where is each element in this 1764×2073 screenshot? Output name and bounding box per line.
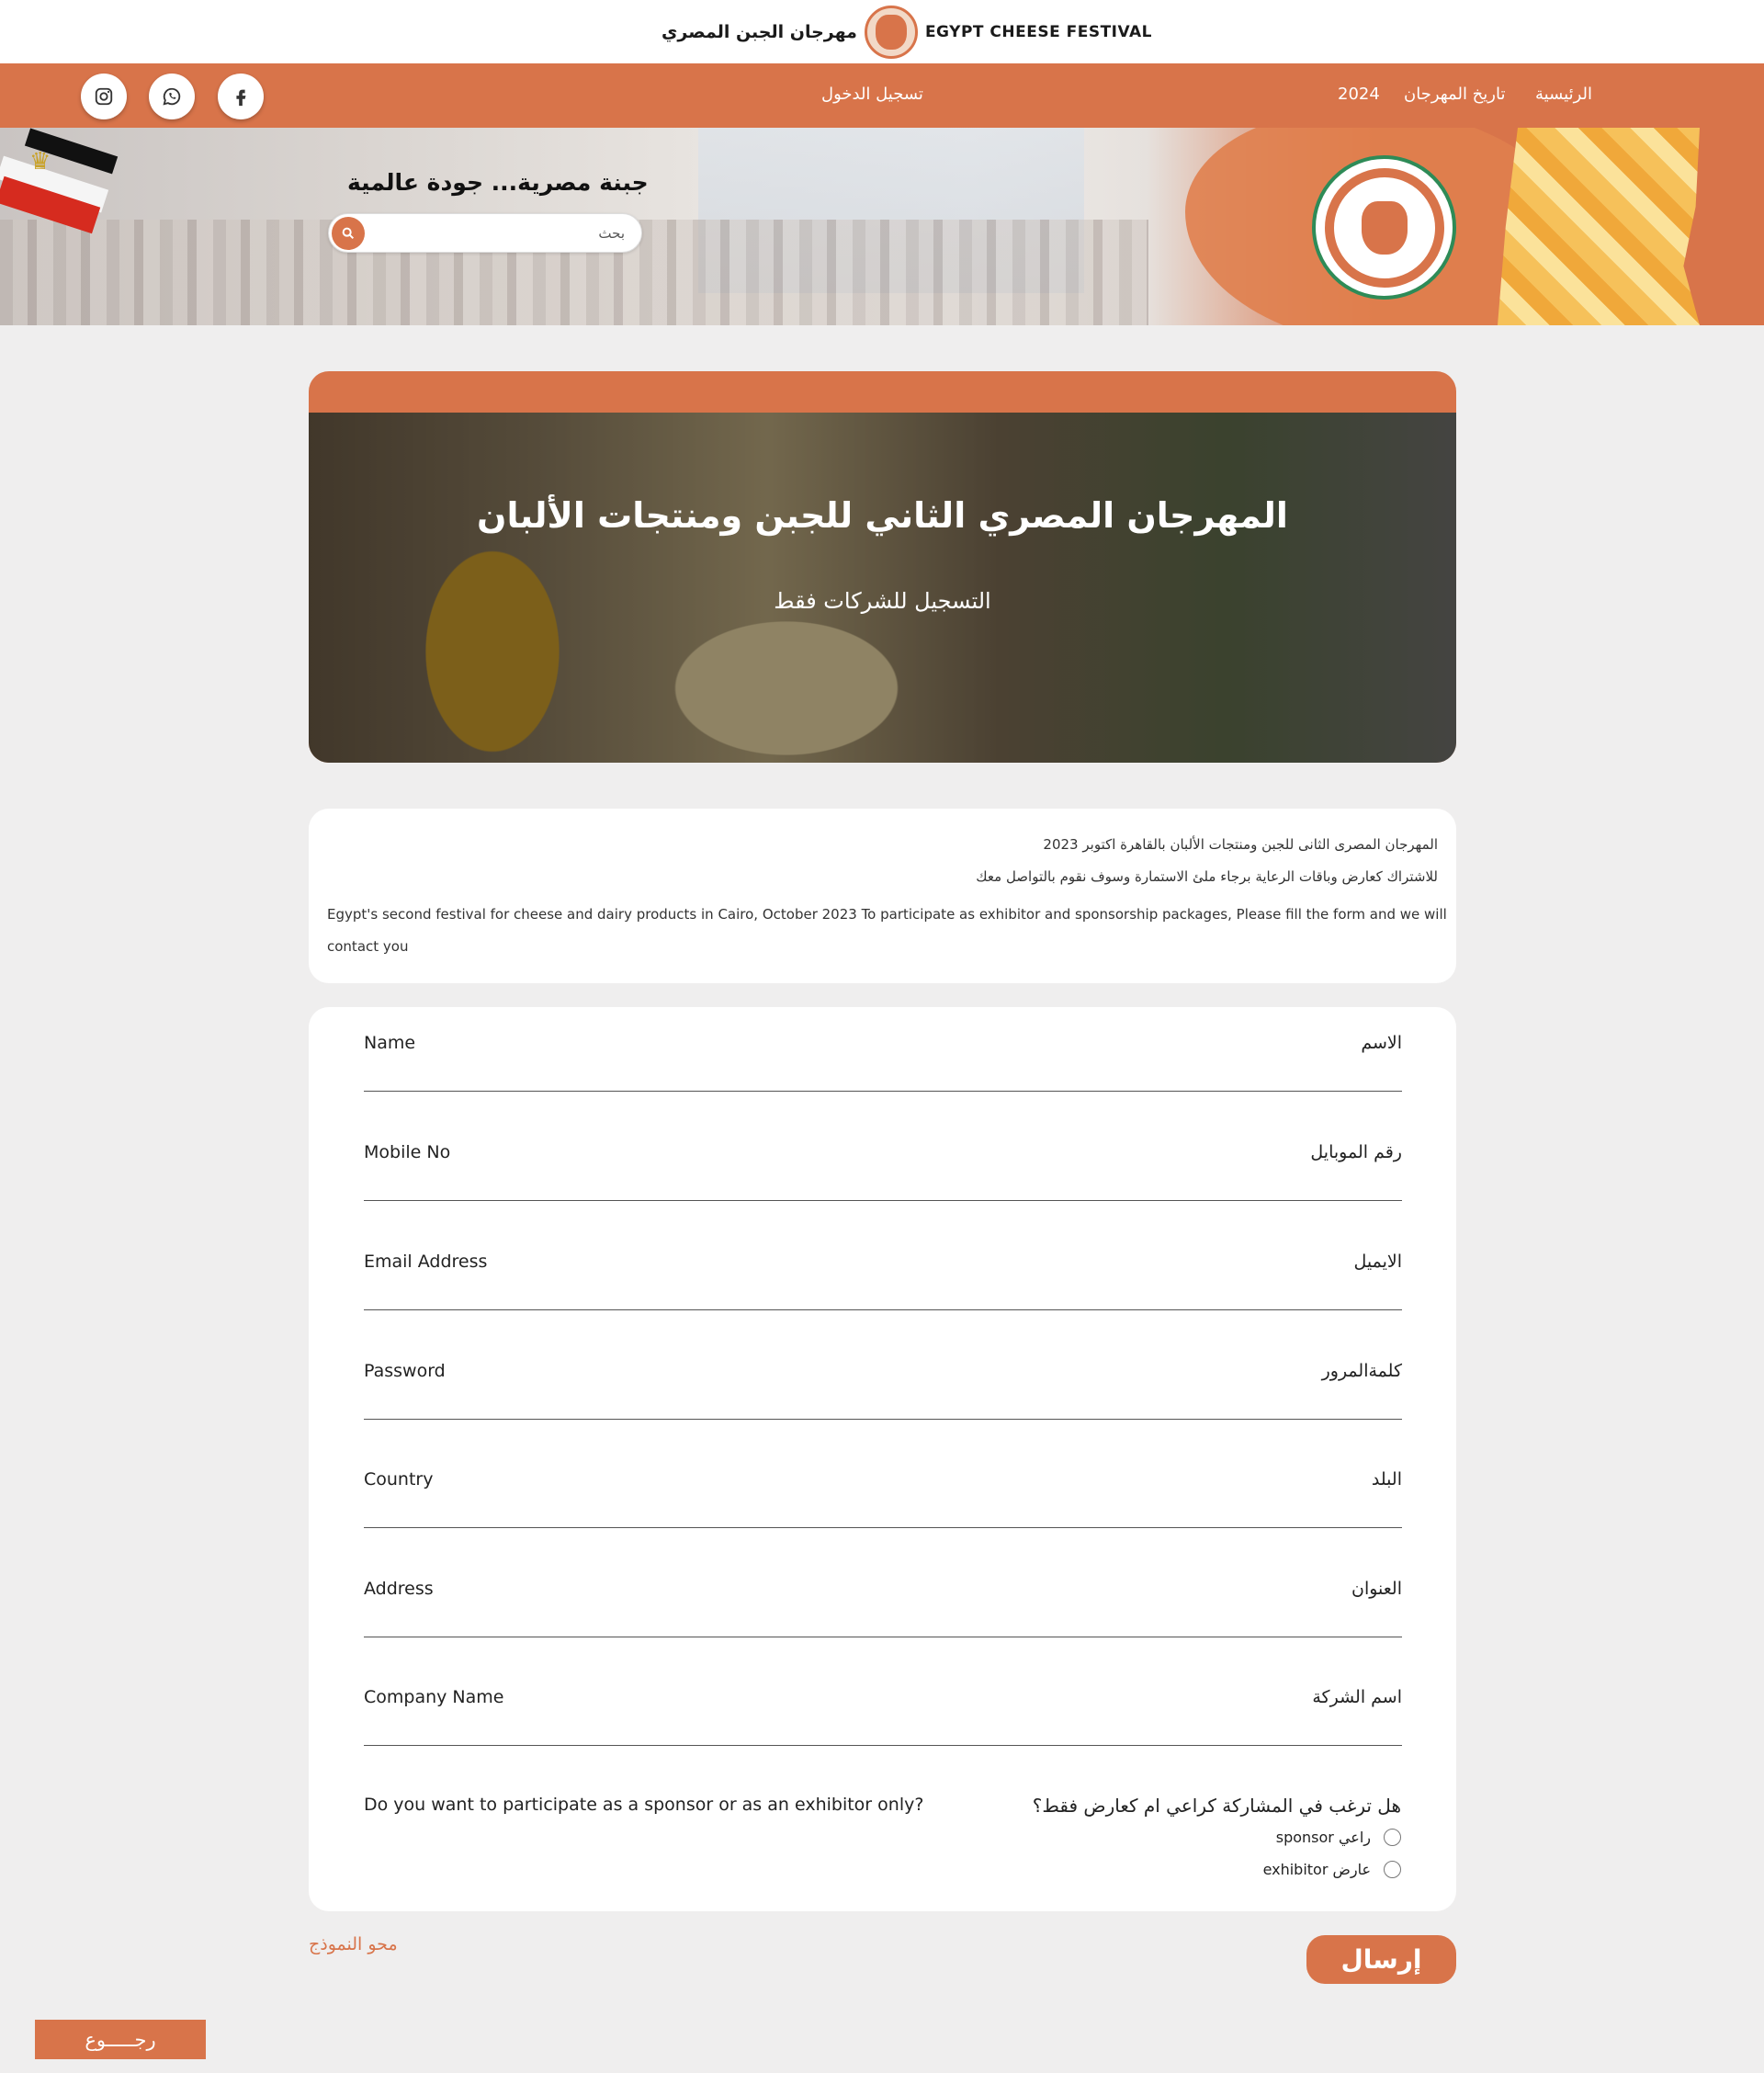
back-button[interactable]: رجـــــوع bbox=[35, 2020, 206, 2059]
banner-subtitle: التسجيل للشركات فقط bbox=[774, 588, 991, 614]
field-label-ar: اسم الشركة bbox=[1312, 1687, 1402, 1707]
festival-emblem-icon bbox=[1312, 155, 1456, 300]
participation-question-ar: هل ترغب في المشاركة كراعي ام كعارض فقط؟ bbox=[1032, 1795, 1401, 1817]
search-icon[interactable] bbox=[332, 217, 365, 250]
search-box bbox=[328, 213, 642, 253]
field-label-ar: الاسم bbox=[1361, 1033, 1402, 1053]
whatsapp-icon[interactable] bbox=[149, 74, 195, 119]
field-label-en: Mobile No bbox=[364, 1142, 451, 1162]
exhibitor-radio[interactable] bbox=[1384, 1861, 1401, 1878]
field-label-ar: البلد bbox=[1371, 1469, 1402, 1490]
company-name-input[interactable] bbox=[364, 1716, 1402, 1742]
submit-button[interactable]: إرسال bbox=[1306, 1935, 1456, 1984]
instagram-icon[interactable] bbox=[81, 74, 127, 119]
nav-login[interactable]: تسجيل الدخول bbox=[821, 85, 923, 104]
hero-banner: ♛ جبنة مصرية... جودة عالمية bbox=[0, 128, 1764, 325]
nav-year-2024[interactable]: 2024 bbox=[1338, 85, 1380, 104]
hero-slogan: جبنة مصرية... جودة عالمية bbox=[347, 169, 649, 196]
field-label-ar: العنوان bbox=[1351, 1579, 1402, 1599]
clear-form-link[interactable]: محو النموذج bbox=[309, 1934, 398, 1954]
field-label-ar: رقم الموبايل bbox=[1310, 1142, 1402, 1162]
password-input[interactable] bbox=[364, 1390, 1402, 1416]
main-nav: تسجيل الدخول 2024 تاريخ المهرجان الرئيسي… bbox=[0, 63, 1764, 128]
info-line-arabic-2: للاشتراك كعارض وباقات الرعاية برجاء ملئ … bbox=[976, 868, 1438, 885]
field-label-en: Company Name bbox=[364, 1687, 504, 1707]
facebook-icon[interactable] bbox=[218, 74, 264, 119]
field-label-en: Name bbox=[364, 1033, 416, 1053]
egypt-flag-icon: ♛ bbox=[0, 128, 119, 238]
mobile-field: Mobile No رقم الموبايل bbox=[364, 1116, 1402, 1201]
field-label-en: Address bbox=[364, 1579, 434, 1599]
field-label-ar: كلمةالمرور bbox=[1321, 1361, 1402, 1381]
company-name-field: Company Name اسم الشركة bbox=[364, 1661, 1402, 1746]
brand-name-english: EGYPT CHEESE FESTIVAL bbox=[924, 23, 1153, 41]
field-label-en: Country bbox=[364, 1469, 434, 1490]
country-input[interactable] bbox=[364, 1499, 1402, 1524]
sponsor-label: راعي sponsor bbox=[1275, 1829, 1371, 1846]
info-text-english: Egypt's second festival for cheese and d… bbox=[327, 906, 1447, 955]
email-field: Email Address الايميل bbox=[364, 1226, 1402, 1310]
info-line-arabic-1: المهرجان المصرى الثانى للجبن ومنتجات الأ… bbox=[1043, 836, 1438, 853]
exhibitor-label: عارض exhibitor bbox=[1262, 1861, 1371, 1878]
address-field: Address العنوان bbox=[364, 1553, 1402, 1637]
festival-logo-icon bbox=[864, 6, 918, 59]
registration-banner: المهرجان المصري الثاني للجبن ومنتجات الأ… bbox=[309, 371, 1456, 763]
name-input[interactable] bbox=[364, 1062, 1402, 1088]
nav-home[interactable]: الرئيسية bbox=[1535, 85, 1592, 104]
mobile-input[interactable] bbox=[364, 1172, 1402, 1197]
info-card: المهرجان المصرى الثانى للجبن ومنتجات الأ… bbox=[309, 809, 1456, 983]
field-label-en: Password bbox=[364, 1361, 446, 1381]
brand-logo-link[interactable]: مهرجان الجبن المصري EGYPT CHEESE FESTIVA… bbox=[662, 6, 1153, 59]
registration-form: Name الاسم Mobile No رقم الموبايل Email … bbox=[309, 1007, 1456, 1911]
address-input[interactable] bbox=[364, 1608, 1402, 1634]
brand-bar: مهرجان الجبن المصري EGYPT CHEESE FESTIVA… bbox=[0, 0, 1764, 63]
nav-festival-history[interactable]: تاريخ المهرجان bbox=[1404, 85, 1506, 104]
sponsor-radio[interactable] bbox=[1384, 1829, 1401, 1846]
participation-question-en: Do you want to participate as a sponsor … bbox=[364, 1795, 924, 1815]
name-field: Name الاسم bbox=[364, 1007, 1402, 1092]
field-label-ar: الايميل bbox=[1353, 1252, 1402, 1272]
search-input[interactable] bbox=[375, 218, 632, 249]
email-input[interactable] bbox=[364, 1281, 1402, 1307]
exhibitor-option[interactable]: عارض exhibitor bbox=[1263, 1861, 1401, 1878]
brand-name-arabic: مهرجان الجبن المصري bbox=[662, 22, 857, 42]
banner-title: المهرجان المصري الثاني للجبن ومنتجات الأ… bbox=[477, 495, 1288, 536]
country-field: Country البلد bbox=[364, 1444, 1402, 1528]
cheese-map-decoration bbox=[1498, 128, 1700, 325]
field-label-en: Email Address bbox=[364, 1252, 488, 1272]
password-field: Password كلمةالمرور bbox=[364, 1335, 1402, 1420]
sponsor-option[interactable]: راعي sponsor bbox=[1276, 1829, 1401, 1846]
